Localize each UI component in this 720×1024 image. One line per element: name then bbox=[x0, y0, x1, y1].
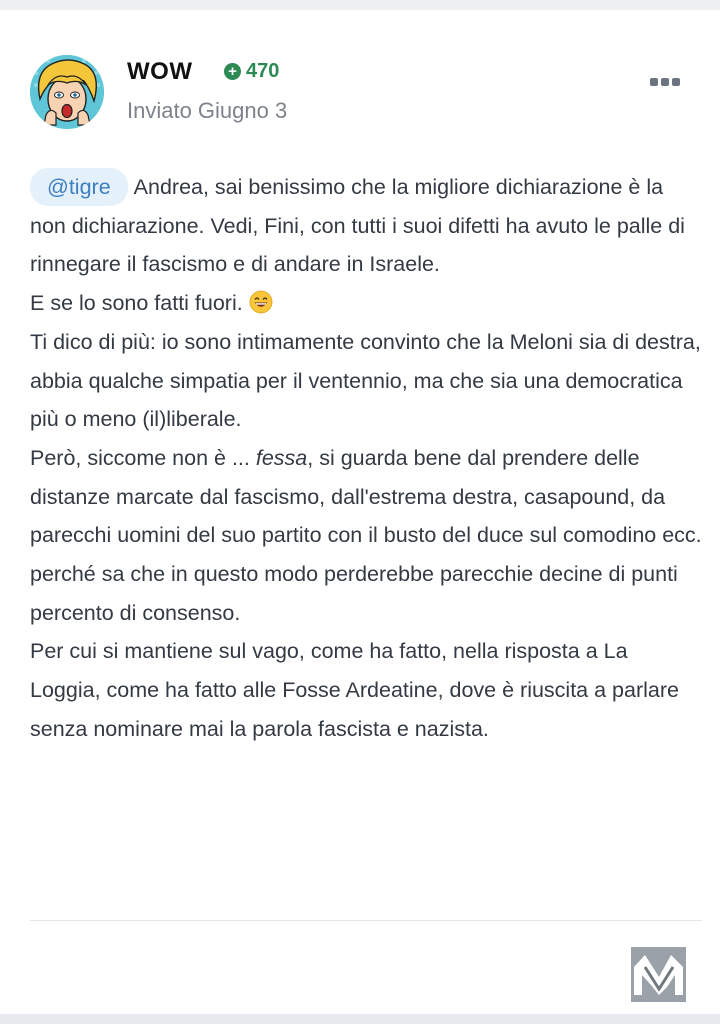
paragraph-3: Ti dico di più: io sono intimamente conv… bbox=[30, 329, 701, 432]
more-options-icon bbox=[672, 78, 680, 86]
post-date: Inviato Giugno 3 bbox=[127, 98, 288, 123]
plus-circle-icon: + bbox=[224, 63, 241, 80]
more-options-icon bbox=[661, 78, 669, 86]
reputation-badge[interactable]: + 470 bbox=[224, 60, 279, 83]
paragraph-2: E se lo sono fatti fuori. bbox=[30, 284, 702, 323]
paragraph-5: Per cui si mantiene sul vago, come ha fa… bbox=[30, 639, 679, 741]
author-name[interactable]: WOW bbox=[127, 58, 192, 86]
avatar[interactable] bbox=[30, 55, 104, 129]
reputation-count: 470 bbox=[246, 60, 280, 82]
paragraph-1: @tigre Andrea, sai benissimo che la migli… bbox=[30, 168, 702, 284]
site-logo-icon[interactable] bbox=[631, 947, 686, 1002]
post-card: WOW + 470 Inviato Giugno 3 @tigre Andrea,… bbox=[0, 10, 720, 1014]
paragraph-1-text: Andrea, sai benissimo che la migliore di… bbox=[30, 175, 685, 277]
paragraph-4: Però, siccome non è ... fessa, si guarda… bbox=[30, 439, 702, 633]
grinning-face-emoji bbox=[249, 290, 273, 314]
paragraph-4-text-b: , si guarda bene dal prendere delle dist… bbox=[30, 445, 702, 625]
divider bbox=[30, 920, 702, 921]
page-bottom-strip bbox=[0, 1014, 720, 1024]
mention-tag[interactable]: @tigre bbox=[30, 168, 128, 206]
paragraph-4-text-a: Però, siccome non è ... bbox=[30, 445, 256, 470]
post-content: @tigre Andrea, sai benissimo che la migli… bbox=[30, 168, 702, 749]
more-options-button[interactable] bbox=[650, 74, 682, 90]
more-options-icon bbox=[650, 78, 658, 86]
site-logo-graphic bbox=[631, 947, 686, 1002]
paragraph-4-italic: fessa bbox=[255, 445, 308, 470]
paragraph-2-text: E se lo sono fatti fuori. bbox=[30, 291, 243, 316]
avatar-pop-art-icon bbox=[30, 55, 104, 129]
